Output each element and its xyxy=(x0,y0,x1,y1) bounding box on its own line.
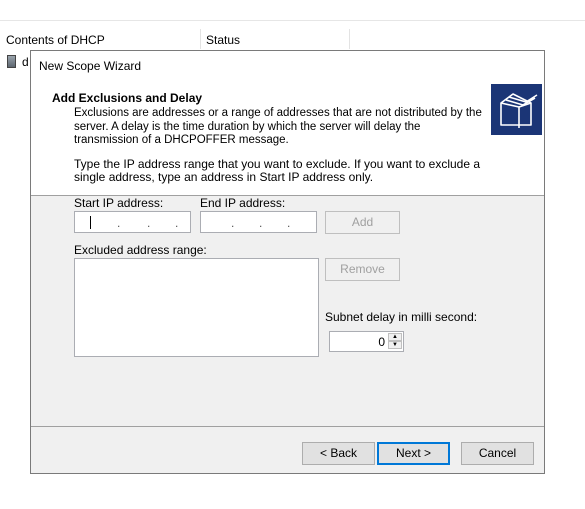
end-ip-field[interactable]: . . . xyxy=(200,211,317,233)
add-button[interactable]: Add xyxy=(325,211,400,234)
cancel-button[interactable]: Cancel xyxy=(461,442,534,465)
new-scope-wizard-dialog: New Scope Wizard Add Exclusions and Dela… xyxy=(30,50,545,474)
ip-dot: . xyxy=(287,216,291,230)
start-ip-field[interactable]: . . . xyxy=(74,211,191,233)
dialog-titlebar[interactable]: New Scope Wizard xyxy=(31,51,544,82)
end-ip-label: End IP address: xyxy=(200,196,286,210)
mmc-list-item-label: d xyxy=(22,55,29,69)
mmc-toolbar-area xyxy=(0,0,585,21)
ip-dot: . xyxy=(175,216,179,230)
spinner-arrows: ▲ ▼ xyxy=(388,333,402,350)
instructions-text: Type the IP address range that you want … xyxy=(74,157,481,184)
start-ip-label: Start IP address: xyxy=(74,196,164,210)
page-description: Exclusions are addresses or a range of a… xyxy=(74,107,482,146)
dialog-title: New Scope Wizard xyxy=(39,59,142,73)
column-header-status[interactable]: Status xyxy=(206,32,346,48)
remove-button[interactable]: Remove xyxy=(325,258,400,281)
ip-dot: . xyxy=(231,216,235,230)
spin-down-icon[interactable]: ▼ xyxy=(388,341,402,349)
mmc-list-item[interactable]: d xyxy=(7,55,29,71)
ip-dot: . xyxy=(147,216,151,230)
mmc-list-header: Contents of DHCP Status xyxy=(0,29,585,49)
back-button[interactable]: < Back xyxy=(302,442,375,465)
excluded-range-list[interactable] xyxy=(74,258,319,357)
page-title: Add Exclusions and Delay xyxy=(52,91,203,105)
excluded-range-label: Excluded address range: xyxy=(74,243,207,257)
ip-dot: . xyxy=(117,216,121,230)
column-header-contents[interactable]: Contents of DHCP xyxy=(6,32,196,48)
ip-dot: . xyxy=(259,216,263,230)
text-caret xyxy=(90,216,91,229)
folders-icon xyxy=(491,84,542,135)
server-icon xyxy=(7,55,16,68)
footer-divider xyxy=(31,426,544,427)
subnet-delay-label: Subnet delay in milli second: xyxy=(325,310,478,324)
spin-up-icon[interactable]: ▲ xyxy=(388,333,402,341)
column-divider[interactable] xyxy=(349,29,350,49)
column-divider[interactable] xyxy=(200,29,201,49)
subnet-delay-value: 0 xyxy=(378,335,385,349)
next-button[interactable]: Next > xyxy=(377,442,450,465)
subnet-delay-spinner[interactable]: 0 ▲ ▼ xyxy=(329,331,404,352)
